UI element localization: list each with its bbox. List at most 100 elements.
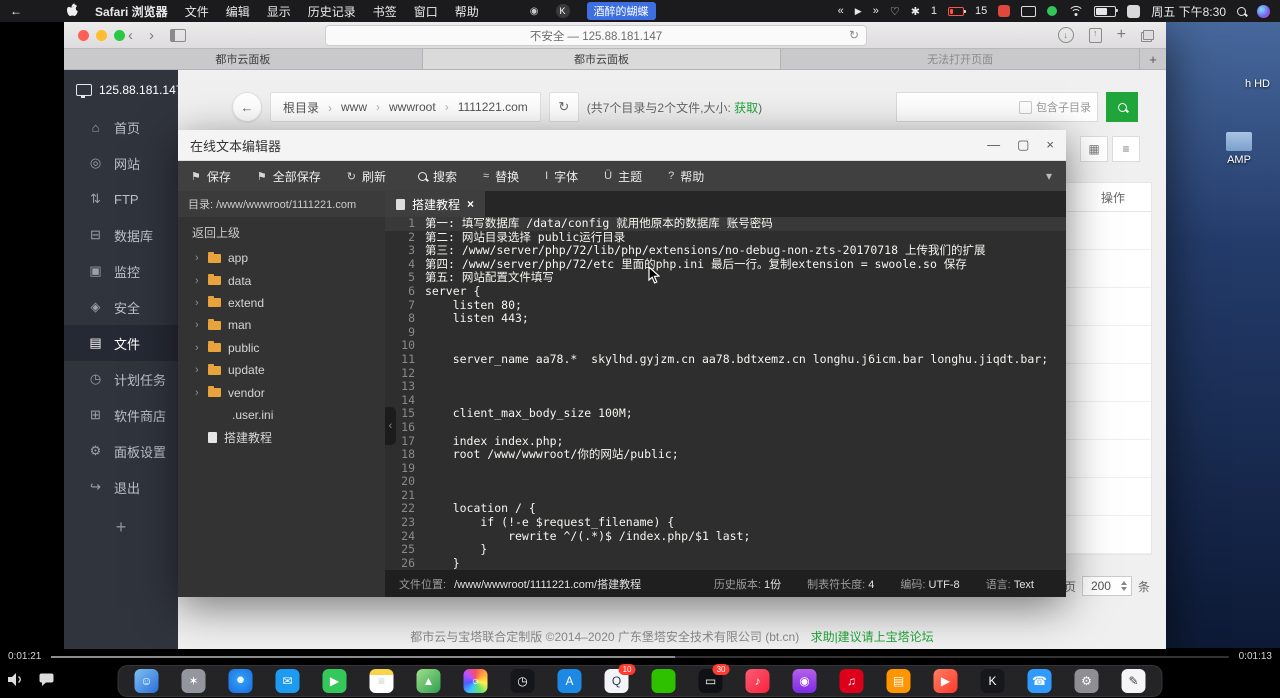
media-play-icon[interactable]: ▶ xyxy=(855,6,862,17)
code-line[interactable]: 14 xyxy=(385,394,1066,408)
red-app-menubar-icon[interactable] xyxy=(998,5,1010,17)
sidebar-item[interactable]: ◷ 计划任务 xyxy=(64,361,178,397)
editor-toolbar-button[interactable]: Ü 主题 xyxy=(591,161,655,191)
dock-app-icon[interactable]: ♫ xyxy=(840,669,864,693)
code-line[interactable]: 13 xyxy=(385,380,1066,394)
history-count[interactable]: 1份 xyxy=(764,579,781,591)
subdir-checkbox[interactable] xyxy=(1019,101,1032,114)
menu-item[interactable]: 编辑 xyxy=(226,3,250,20)
browser-back-button[interactable]: ‹ xyxy=(128,27,133,44)
search-input[interactable] xyxy=(897,93,1019,121)
code-line[interactable]: 1 第一: 填写数据库 /data/config 就用他原本的数据库 账号密码 xyxy=(385,217,1066,231)
code-line[interactable]: 9 xyxy=(385,326,1066,340)
parent-dir-link[interactable]: 返回上级 xyxy=(178,217,385,247)
heart-icon[interactable]: ♡ xyxy=(890,5,900,18)
code-line[interactable]: 2 第二: 网站目录选择 public运行目录 xyxy=(385,231,1066,245)
code-line[interactable]: 10 xyxy=(385,339,1066,353)
reload-icon[interactable]: ↻ xyxy=(849,28,859,42)
minimize-editor-icon[interactable]: — xyxy=(987,137,1000,153)
dock-app-icon[interactable]: ≡ xyxy=(370,669,394,693)
menu-item[interactable]: 文件 xyxy=(185,3,209,20)
desktop-disk-icon[interactable]: h HD xyxy=(1245,78,1270,90)
tab-overview-icon[interactable] xyxy=(1141,30,1154,41)
menu-item[interactable]: 帮助 xyxy=(455,3,479,20)
dock-app-icon[interactable]: ▶ xyxy=(323,669,347,693)
scrubber-track[interactable] xyxy=(51,656,1228,658)
share-icon[interactable]: ↑ xyxy=(1089,28,1102,43)
tree-item[interactable]: 搭建教程 xyxy=(178,426,385,448)
downloads-icon[interactable]: ↓ xyxy=(1058,27,1074,43)
sidebar-item[interactable]: ◎ 网站 xyxy=(64,145,178,181)
search-button[interactable] xyxy=(1106,92,1138,122)
desktop-folder-icon[interactable]: AMP xyxy=(1226,132,1252,166)
dock-app-icon[interactable]: ✶ xyxy=(182,669,206,693)
dock-app-icon[interactable] xyxy=(229,669,253,693)
menu-item[interactable]: 书签 xyxy=(373,3,397,20)
minimize-window-button[interactable] xyxy=(96,30,107,41)
dock-app-icon[interactable] xyxy=(652,669,676,693)
dock-app-icon[interactable]: ✎ xyxy=(1122,669,1146,693)
forum-link[interactable]: 求助|建议请上宝塔论坛 xyxy=(811,630,934,644)
browser-tab[interactable]: 都市云面板 xyxy=(423,49,782,69)
menu-item[interactable]: 窗口 xyxy=(414,3,438,20)
dock-app-icon[interactable]: K xyxy=(981,669,1005,693)
tree-item[interactable]: › update xyxy=(178,359,385,381)
sidebar-item[interactable]: ⚙ 面板设置 xyxy=(64,433,178,469)
browser-tab[interactable]: 无法打开页面 xyxy=(781,49,1140,69)
code-line[interactable]: 4 第四: /www/server/php/72/etc 里面的php.ini … xyxy=(385,258,1066,272)
close-file-tab-icon[interactable]: × xyxy=(467,197,474,211)
code-line[interactable]: 22 location / { xyxy=(385,502,1066,516)
dock-app-icon[interactable]: ◉ xyxy=(793,669,817,693)
new-tab-icon[interactable]: + xyxy=(1117,26,1126,44)
sidebar-item[interactable]: ⊟ 数据库 xyxy=(64,217,178,253)
dock-app-icon[interactable]: ▤ xyxy=(887,669,911,693)
spotlight-search-icon[interactable] xyxy=(1237,7,1246,16)
editor-toolbar-button[interactable]: ⚑ 保存 xyxy=(178,161,244,191)
battery-icon[interactable] xyxy=(1094,6,1116,17)
close-editor-icon[interactable]: × xyxy=(1046,137,1054,153)
volume-icon[interactable] xyxy=(8,673,25,691)
sidebar-toggle-icon[interactable] xyxy=(170,29,186,42)
code-line[interactable]: 3 第三: /www/server/php/72/lib/php/extensi… xyxy=(385,244,1066,258)
encoding[interactable]: UTF-8 xyxy=(929,579,960,591)
code-line[interactable]: 26 } xyxy=(385,557,1066,570)
dock-app-icon[interactable]: ▭ 30 xyxy=(699,669,723,693)
code-line[interactable]: 6 server { xyxy=(385,285,1066,299)
tree-item[interactable]: › man xyxy=(178,314,385,336)
editor-toolbar-button[interactable]: ↻ 刷新 xyxy=(334,161,399,191)
editor-toolbar-button[interactable]: I 字体 xyxy=(532,161,591,191)
code-line[interactable]: 21 xyxy=(385,489,1066,503)
dock-app-icon[interactable]: ▲ xyxy=(417,669,441,693)
code-line[interactable]: 15 client_max_body_size 100M; xyxy=(385,407,1066,421)
sidebar-item[interactable]: ▤ 文件 xyxy=(64,325,178,361)
collapse-tree-handle[interactable]: ‹ xyxy=(385,407,396,445)
sidebar-item[interactable]: ⌂ 首页 xyxy=(64,109,178,145)
dir-back-button[interactable]: ← xyxy=(232,92,262,122)
editor-file-tab[interactable]: 搭建教程 × xyxy=(385,191,485,217)
code-line[interactable]: 25 } xyxy=(385,543,1066,557)
apple-menu-icon[interactable] xyxy=(67,3,78,19)
code-line[interactable]: 11 server_name aa78.* skylhd.gyjzm.cn aa… xyxy=(385,353,1066,367)
list-view-button[interactable]: ≡ xyxy=(1112,136,1140,162)
language[interactable]: Text xyxy=(1014,579,1034,591)
tree-item[interactable]: › app xyxy=(178,247,385,269)
code-line[interactable]: 18 root /www/wwwroot/你的网站/public; xyxy=(385,448,1066,462)
breadcrumb-item[interactable]: 根目录 xyxy=(283,99,332,116)
code-line[interactable]: 23 if (!-e $request_filename) { xyxy=(385,516,1066,530)
display-menubar-icon[interactable] xyxy=(1021,6,1036,17)
code-line[interactable]: 8 listen 443; xyxy=(385,312,1066,326)
dock-app-icon[interactable]: ☎ xyxy=(1028,669,1052,693)
server-entry[interactable]: 125.88.181.147 0 xyxy=(64,70,178,109)
sidebar-item[interactable]: ↪ 退出 xyxy=(64,469,178,505)
player-back-icon[interactable]: ← xyxy=(10,4,22,18)
media-next-icon[interactable]: » xyxy=(873,5,879,17)
menu-item[interactable]: 历史记录 xyxy=(308,3,356,20)
maximize-editor-icon[interactable]: ▢ xyxy=(1017,137,1029,153)
grid-view-button[interactable]: ▦ xyxy=(1080,136,1108,162)
sidebar-item[interactable]: ⇅ FTP xyxy=(64,181,178,217)
sidebar-item[interactable]: ▣ 监控 xyxy=(64,253,178,289)
editor-toolbar-button[interactable]: 搜索 xyxy=(399,161,470,191)
refresh-dir-button[interactable]: ↻ xyxy=(549,92,579,122)
paw-icon[interactable]: ✱ xyxy=(911,5,920,18)
close-window-button[interactable] xyxy=(78,30,89,41)
